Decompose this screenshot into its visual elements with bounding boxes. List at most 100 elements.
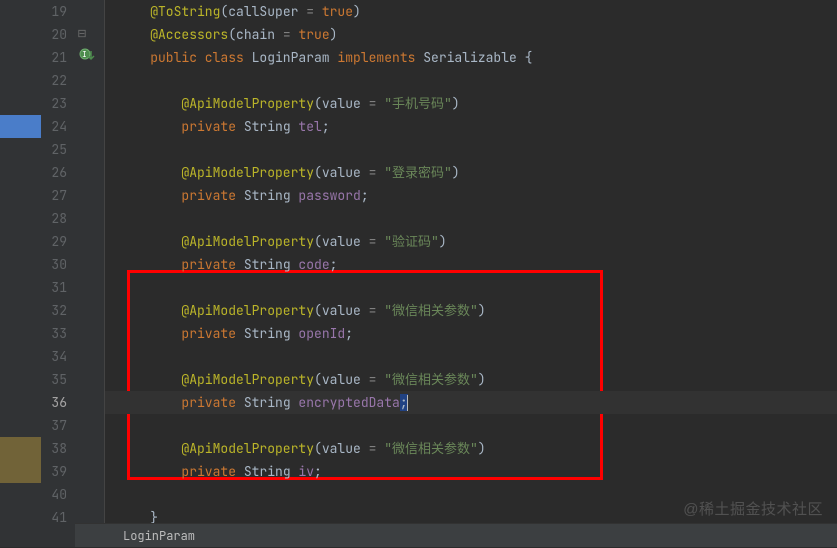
token-ws — [119, 463, 181, 480]
code-line[interactable]: public class LoginParam implements Seria… — [105, 46, 837, 69]
code-line[interactable]: @ApiModelProperty(value = "微信相关参数") — [105, 299, 837, 322]
token-kw: private — [181, 187, 243, 204]
token-str: "手机号码" — [384, 95, 452, 112]
code-line[interactable]: private String password; — [105, 184, 837, 207]
token-str: "微信相关参数" — [384, 440, 478, 457]
token-pun: ( — [228, 26, 236, 43]
token-pun: ( — [314, 95, 322, 112]
line-number[interactable]: 28 — [41, 207, 67, 230]
token-grey: = — [361, 95, 384, 112]
breadcrumb-item[interactable]: LoginParam — [123, 528, 195, 544]
token-str: "登录密码" — [384, 164, 452, 181]
line-number[interactable]: 19 — [41, 0, 67, 23]
code-line[interactable]: @ToString(callSuper = true) — [105, 0, 837, 23]
line-number[interactable]: 24 — [41, 115, 67, 138]
token-ws — [119, 440, 181, 457]
line-number[interactable]: 21 — [41, 46, 67, 69]
line-number[interactable]: 20 — [41, 23, 67, 46]
change-marker[interactable] — [0, 115, 41, 138]
code-line[interactable]: @ApiModelProperty(value = "手机号码") — [105, 92, 837, 115]
line-number[interactable]: 31 — [41, 276, 67, 299]
token-id: String — [244, 118, 299, 135]
line-number[interactable]: 40 — [41, 483, 67, 506]
token-pun: ; — [314, 463, 322, 480]
token-grey: = — [361, 302, 384, 319]
token-anno: @ApiModelProperty — [181, 302, 314, 319]
token-pun: { — [525, 49, 533, 66]
code-line[interactable] — [105, 483, 837, 506]
token-anno: @ApiModelProperty — [181, 233, 314, 250]
token-anno: @Accessors — [150, 26, 228, 43]
token-grey: = — [361, 164, 384, 181]
fold-gutter[interactable]: ⊟I — [75, 0, 105, 547]
token-grey: = — [361, 371, 384, 388]
token-pun: ) — [478, 371, 486, 388]
line-number[interactable]: 26 — [41, 161, 67, 184]
token-ws — [119, 187, 181, 204]
code-line[interactable]: @ApiModelProperty(value = "微信相关参数") — [105, 437, 837, 460]
token-anno: @ApiModelProperty — [181, 440, 314, 457]
token-anno: @ApiModelProperty — [181, 371, 314, 388]
token-grey: = — [298, 3, 321, 20]
token-pun: ) — [452, 95, 460, 112]
token-fld: tel — [298, 118, 321, 135]
token-ws — [119, 3, 150, 20]
line-number[interactable]: 29 — [41, 230, 67, 253]
token-fld: password — [298, 187, 360, 204]
code-line[interactable]: private String encryptedData; — [105, 391, 837, 414]
breadcrumb-bar[interactable]: LoginParam — [75, 523, 837, 547]
token-id: Serializable — [423, 49, 524, 66]
code-line[interactable]: @ApiModelProperty(value = "微信相关参数") — [105, 368, 837, 391]
code-line[interactable]: private String code; — [105, 253, 837, 276]
token-pun: ( — [314, 371, 322, 388]
code-line[interactable]: @ApiModelProperty(value = "验证码") — [105, 230, 837, 253]
code-line[interactable]: @Accessors(chain = true) — [105, 23, 837, 46]
token-ws — [119, 26, 150, 43]
change-marker[interactable] — [0, 437, 41, 460]
code-editor[interactable]: 1920212223242526272829303132333435363738… — [0, 0, 837, 547]
code-line[interactable]: private String tel; — [105, 115, 837, 138]
line-number[interactable]: 39 — [41, 460, 67, 483]
token-pun: ; — [322, 118, 330, 135]
code-line[interactable] — [105, 207, 837, 230]
line-number[interactable]: 37 — [41, 414, 67, 437]
line-number[interactable]: 27 — [41, 184, 67, 207]
token-id: value — [322, 95, 361, 112]
line-number[interactable]: 25 — [41, 138, 67, 161]
token-grey: = — [361, 233, 384, 250]
fold-toggle-icon[interactable]: ⊟ — [76, 28, 88, 40]
token-str: "验证码" — [384, 233, 439, 250]
line-number[interactable]: 22 — [41, 69, 67, 92]
line-number-gutter[interactable]: 1920212223242526272829303132333435363738… — [41, 0, 75, 547]
line-number[interactable]: 32 — [41, 299, 67, 322]
line-number[interactable]: 36 — [41, 391, 67, 414]
line-number[interactable]: 30 — [41, 253, 67, 276]
code-line[interactable]: private String iv; — [105, 460, 837, 483]
token-id: value — [322, 302, 361, 319]
code-line[interactable] — [105, 276, 837, 299]
implements-nav-icon[interactable]: I — [75, 48, 103, 68]
code-line[interactable] — [105, 138, 837, 161]
line-number[interactable]: 33 — [41, 322, 67, 345]
token-pun: ) — [452, 164, 460, 181]
token-kw: true — [322, 3, 353, 20]
line-number[interactable]: 35 — [41, 368, 67, 391]
token-id: String — [244, 325, 299, 342]
code-line[interactable] — [105, 69, 837, 92]
token-id: LoginParam — [252, 49, 338, 66]
line-number[interactable]: 23 — [41, 92, 67, 115]
code-area[interactable]: @ToString(callSuper = true) @Accessors(c… — [105, 0, 837, 547]
marker-gutter — [0, 0, 41, 547]
token-pun: ; — [330, 256, 338, 273]
line-number[interactable]: 34 — [41, 345, 67, 368]
token-ws — [119, 118, 181, 135]
token-pun: ) — [330, 26, 338, 43]
line-number[interactable]: 38 — [41, 437, 67, 460]
code-line[interactable] — [105, 414, 837, 437]
code-line[interactable] — [105, 345, 837, 368]
line-number[interactable]: 41 — [41, 506, 67, 529]
code-line[interactable]: @ApiModelProperty(value = "登录密码") — [105, 161, 837, 184]
code-line[interactable]: private String openId; — [105, 322, 837, 345]
token-kw: implements — [337, 49, 423, 66]
change-marker[interactable] — [0, 460, 41, 483]
